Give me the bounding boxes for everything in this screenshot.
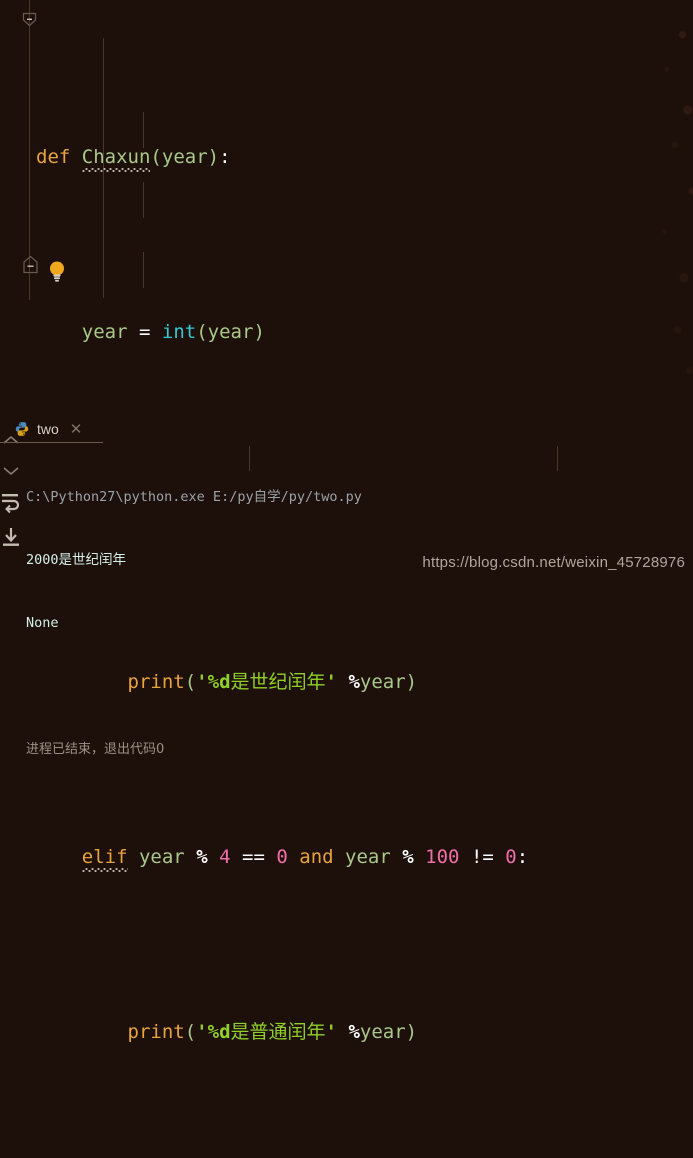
ide-window: def Chaxun(year): year = int(year) if ye… — [0, 0, 693, 1043]
token-function-name: Chaxun — [81, 146, 151, 168]
run-console: two ✕ C:\Python27\python.exe E:/py自学/py/… — [0, 383, 693, 757]
token-string-text: 是普通闰年 — [230, 1021, 326, 1043]
token-assign: = — [138, 321, 151, 343]
token-paren: ( — [150, 146, 162, 168]
token-var: year — [138, 846, 185, 868]
token-elif: elif — [81, 846, 128, 868]
code-editor[interactable]: def Chaxun(year): year = int(year) if ye… — [0, 0, 693, 1043]
token-number: 0 — [505, 846, 517, 868]
token-colon: : — [516, 846, 529, 868]
token-paren: ( — [196, 321, 208, 343]
token-colon: : — [219, 146, 231, 168]
code-line[interactable]: print('%d是普通闰年' %year) — [0, 1015, 693, 1050]
token-and: and — [299, 846, 334, 868]
code-line[interactable]: def Chaxun(year): — [0, 140, 693, 175]
token-param: year — [161, 146, 208, 168]
token-mod: % — [348, 1021, 360, 1043]
token-paren: ) — [207, 146, 220, 168]
console-tab-two[interactable]: two ✕ — [14, 416, 82, 442]
token-neq: != — [470, 846, 494, 868]
token-def: def — [36, 146, 71, 168]
token-number: 4 — [219, 846, 231, 868]
token-string-quote: ' — [196, 1021, 208, 1043]
token-int: int — [161, 321, 197, 343]
token-number: 0 — [276, 846, 288, 868]
token-paren: ) — [253, 321, 265, 343]
code-content: def Chaxun(year): year = int(year) if ye… — [0, 0, 693, 1158]
console-tab-label: two — [37, 421, 59, 437]
token-string-quote: ' — [325, 1021, 337, 1043]
token-mod: % — [196, 846, 208, 868]
close-icon[interactable]: ✕ — [70, 420, 83, 438]
tab-active-underline — [0, 442, 103, 443]
token-print: print — [127, 1021, 185, 1043]
token-eq: == — [242, 846, 265, 868]
console-exit-message: 进程已结束，退出代码0 — [26, 742, 165, 757]
token-var: year — [359, 1021, 406, 1043]
token-var: year — [207, 321, 254, 343]
console-line-command: C:\Python27\python.exe E:/py自学/py/two.py — [26, 489, 362, 505]
code-line[interactable]: year = int(year) — [0, 315, 693, 350]
token-mod: % — [402, 846, 414, 868]
token-paren: ) — [405, 1021, 418, 1043]
token-var: year — [345, 846, 391, 868]
token-format-spec: %d — [207, 1021, 231, 1043]
token-number: 100 — [425, 846, 460, 868]
token-var: year — [81, 321, 128, 343]
console-line-output: None — [26, 615, 59, 631]
console-tabbar: two ✕ — [0, 413, 693, 471]
token-paren: ( — [184, 1021, 197, 1043]
code-line[interactable]: elif year % 4 == 0 and year % 100 != 0: — [0, 840, 693, 875]
watermark: https://blog.csdn.net/weixin_45728976 — [422, 554, 685, 571]
python-icon — [15, 422, 29, 436]
